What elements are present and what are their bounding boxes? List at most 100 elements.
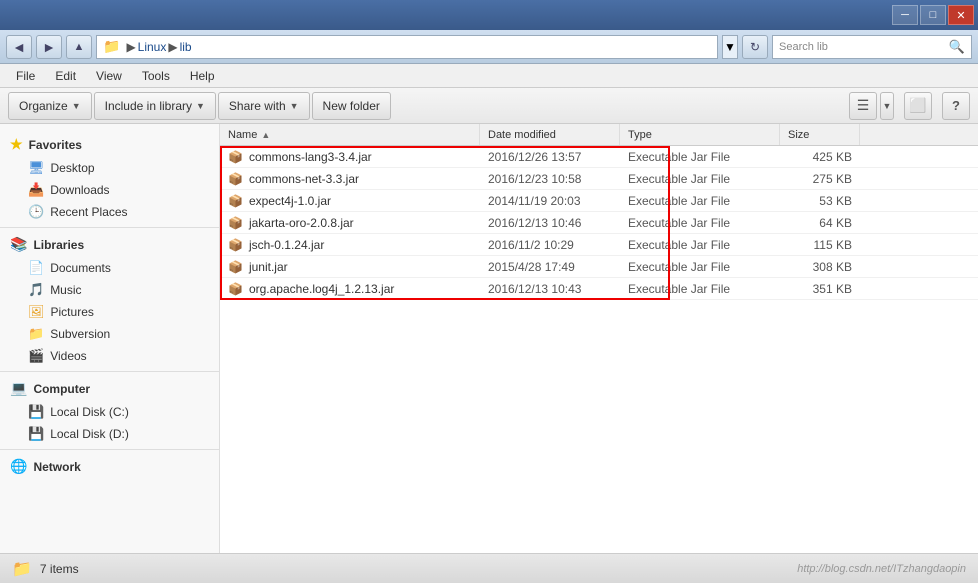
divider-2: [0, 371, 219, 372]
window-controls: ─ □ ✕: [892, 5, 974, 25]
jar-icon: 📦: [228, 216, 243, 230]
downloads-label: Downloads: [50, 183, 109, 197]
close-button[interactable]: ✕: [948, 5, 974, 25]
music-label: Music: [50, 283, 81, 297]
forward-button[interactable]: ►: [36, 35, 62, 59]
sidebar-item-subversion[interactable]: 📁 Subversion: [0, 323, 219, 345]
col-header-type[interactable]: Type: [620, 124, 780, 145]
view-details-button[interactable]: ☰: [849, 92, 877, 120]
file-type: Executable Jar File: [620, 150, 780, 164]
col-header-size[interactable]: Size: [780, 124, 860, 145]
table-row[interactable]: 📦 commons-net-3.3.jar 2016/12/23 10:58 E…: [220, 168, 978, 190]
sidebar-item-pictures[interactable]: 🖼 Pictures: [0, 301, 219, 323]
sidebar-favorites-header[interactable]: ★ Favorites: [0, 132, 219, 157]
file-name: jsch-0.1.24.jar: [249, 238, 324, 252]
up-button[interactable]: ▲: [66, 35, 92, 59]
path-lib[interactable]: lib: [180, 40, 192, 54]
address-dropdown-button[interactable]: ▼: [722, 35, 738, 59]
libraries-icon: 📚: [10, 236, 27, 253]
main-layout: ★ Favorites 🖥 Desktop 📥 Downloads 🕒 Rece…: [0, 124, 978, 553]
jar-icon: 📦: [228, 282, 243, 296]
share-chevron: ▼: [290, 101, 299, 111]
file-type: Executable Jar File: [620, 216, 780, 230]
disk-d-icon: 💾: [28, 426, 44, 442]
new-folder-button[interactable]: New folder: [312, 92, 391, 120]
path-linux[interactable]: Linux: [138, 40, 167, 54]
back-button[interactable]: ◄: [6, 35, 32, 59]
menu-edit[interactable]: Edit: [47, 67, 84, 85]
share-label: Share with: [229, 99, 286, 113]
sidebar-item-local-disk-c[interactable]: 💾 Local Disk (C:): [0, 401, 219, 423]
sidebar-item-videos[interactable]: 🎬 Videos: [0, 345, 219, 367]
preview-pane-button[interactable]: ⬜: [904, 92, 932, 120]
jar-icon: 📦: [228, 172, 243, 186]
menu-file[interactable]: File: [8, 67, 43, 85]
jar-icon: 📦: [228, 194, 243, 208]
sidebar-network-header[interactable]: 🌐 Network: [0, 454, 219, 479]
status-left: 📁 7 items: [12, 559, 79, 579]
refresh-button[interactable]: ↻: [742, 35, 768, 59]
item-count: 7 items: [40, 562, 79, 576]
sort-arrow-name: ▲: [261, 130, 270, 140]
file-name: expect4j-1.0.jar: [249, 194, 331, 208]
recent-places-label: Recent Places: [50, 205, 127, 219]
table-row[interactable]: 📦 org.apache.log4j_1.2.13.jar 2016/12/13…: [220, 278, 978, 300]
search-placeholder: Search lib: [779, 41, 828, 53]
file-size: 53 KB: [780, 194, 860, 208]
table-row[interactable]: 📦 expect4j-1.0.jar 2014/11/19 20:03 Exec…: [220, 190, 978, 212]
sidebar-network-section: 🌐 Network: [0, 454, 219, 479]
status-folder-icon: 📁: [12, 559, 32, 579]
file-date: 2015/4/28 17:49: [480, 260, 620, 274]
organize-button[interactable]: Organize ▼: [8, 92, 92, 120]
sidebar-computer-header[interactable]: 💻 Computer: [0, 376, 219, 401]
sidebar-libraries-header[interactable]: 📚 Libraries: [0, 232, 219, 257]
search-icon[interactable]: 🔍: [949, 39, 965, 55]
subversion-label: Subversion: [50, 327, 110, 341]
table-row[interactable]: 📦 jakarta-oro-2.0.8.jar 2016/12/13 10:46…: [220, 212, 978, 234]
sidebar: ★ Favorites 🖥 Desktop 📥 Downloads 🕒 Rece…: [0, 124, 220, 553]
table-row[interactable]: 📦 junit.jar 2015/4/28 17:49 Executable J…: [220, 256, 978, 278]
sidebar-item-recent-places[interactable]: 🕒 Recent Places: [0, 201, 219, 223]
videos-icon: 🎬: [28, 348, 44, 364]
table-row[interactable]: 📦 jsch-0.1.24.jar 2016/11/2 10:29 Execut…: [220, 234, 978, 256]
sidebar-item-downloads[interactable]: 📥 Downloads: [0, 179, 219, 201]
address-input[interactable]: 📁 ▶ Linux ▶ lib: [96, 35, 718, 59]
organize-chevron: ▼: [72, 101, 81, 111]
network-icon: 🌐: [10, 458, 27, 475]
column-header: Name ▲ Date modified Type Size: [220, 124, 978, 146]
toolbar: Organize ▼ Include in library ▼ Share wi…: [0, 88, 978, 124]
share-with-button[interactable]: Share with ▼: [218, 92, 310, 120]
disk-c-label: Local Disk (C:): [50, 405, 129, 419]
organize-label: Organize: [19, 99, 68, 113]
sidebar-item-local-disk-d[interactable]: 💾 Local Disk (D:): [0, 423, 219, 445]
col-header-date[interactable]: Date modified: [480, 124, 620, 145]
col-header-name[interactable]: Name ▲: [220, 124, 480, 145]
maximize-button[interactable]: □: [920, 5, 946, 25]
minimize-button[interactable]: ─: [892, 5, 918, 25]
sidebar-item-desktop[interactable]: 🖥 Desktop: [0, 157, 219, 179]
favorites-icon: ★: [10, 136, 23, 153]
file-area: 📦 commons-lang3-3.4.jar 2016/12/26 13:57…: [220, 146, 978, 553]
file-date: 2016/12/13 10:43: [480, 282, 620, 296]
subversion-icon: 📁: [28, 326, 44, 342]
menu-help[interactable]: Help: [182, 67, 223, 85]
music-icon: 🎵: [28, 282, 44, 298]
menu-tools[interactable]: Tools: [134, 67, 178, 85]
pictures-icon: 🖼: [28, 304, 45, 320]
computer-icon: 💻: [10, 380, 27, 397]
search-box[interactable]: Search lib 🔍: [772, 35, 972, 59]
new-folder-label: New folder: [323, 99, 380, 113]
documents-label: Documents: [50, 261, 111, 275]
include-in-library-button[interactable]: Include in library ▼: [94, 92, 216, 120]
sidebar-item-music[interactable]: 🎵 Music: [0, 279, 219, 301]
jar-icon: 📦: [228, 238, 243, 252]
menu-view[interactable]: View: [88, 67, 130, 85]
sidebar-item-documents[interactable]: 📄 Documents: [0, 257, 219, 279]
file-type: Executable Jar File: [620, 194, 780, 208]
divider-3: [0, 449, 219, 450]
help-button[interactable]: ?: [942, 92, 970, 120]
view-dropdown-button[interactable]: ▼: [880, 92, 894, 120]
table-row[interactable]: 📦 commons-lang3-3.4.jar 2016/12/26 13:57…: [220, 146, 978, 168]
file-size: 308 KB: [780, 260, 860, 274]
disk-d-label: Local Disk (D:): [50, 427, 129, 441]
